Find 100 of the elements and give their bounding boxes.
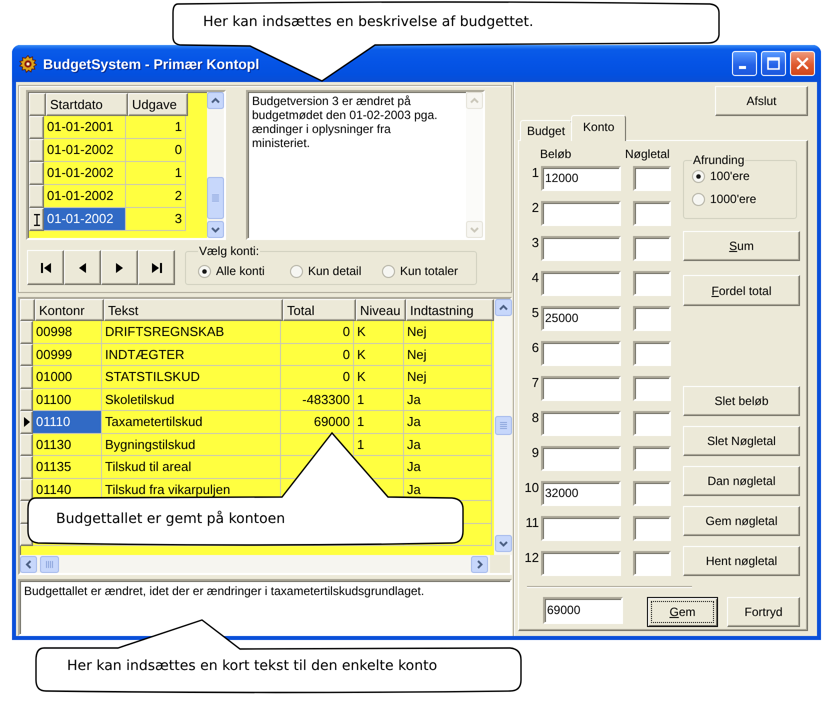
navigation-button[interactable] [27, 250, 64, 285]
tab[interactable]: Budget [520, 120, 572, 141]
action-button[interactable]: Slet Nøgletal [683, 426, 800, 456]
radio-option[interactable]: 1000'ere [692, 192, 796, 206]
row-selector[interactable] [20, 478, 33, 501]
key-figure-field[interactable] [633, 166, 671, 191]
action-button[interactable]: Dan nøgletal [683, 466, 800, 496]
amount-field[interactable] [541, 411, 621, 436]
navigation-button[interactable] [101, 250, 138, 285]
table-cell: 1 [126, 116, 186, 139]
key-figure-field[interactable] [633, 411, 671, 436]
table-cell: 0 [281, 344, 354, 366]
triangle-right-icon [116, 262, 123, 272]
scroll-thumb[interactable] [494, 416, 512, 435]
row-selector[interactable] [20, 411, 33, 434]
action-button[interactable]: Hent nøgletal [683, 546, 800, 576]
column-header[interactable]: Total [283, 299, 356, 321]
scroll-up-icon[interactable] [207, 92, 224, 109]
amount-field[interactable] [541, 551, 621, 576]
column-header[interactable]: Udgave [128, 93, 188, 116]
save-button[interactable]: Gem [647, 597, 718, 627]
total-field[interactable]: 69000 [543, 597, 623, 624]
scrollbar-track[interactable] [207, 92, 224, 238]
action-button[interactable]: Fordel total [683, 275, 800, 306]
skip-first-icon [40, 262, 50, 272]
table-cell: Taxametertilskud [102, 411, 281, 434]
scrollbar-track[interactable] [20, 555, 510, 573]
navigation-button[interactable] [64, 250, 101, 285]
table-cell: 3 [126, 208, 186, 231]
group-label: Afrunding [692, 154, 746, 167]
key-figure-field[interactable] [633, 376, 671, 401]
key-figure-field[interactable] [633, 446, 671, 471]
amount-field[interactable] [541, 271, 621, 296]
key-figure-field[interactable] [633, 306, 671, 331]
column-header[interactable]: Startdato [46, 93, 128, 116]
table-cell: K [354, 344, 404, 366]
scroll-thumb[interactable] [40, 556, 59, 572]
table-cell: 2 [126, 185, 186, 208]
key-figure-field[interactable] [633, 516, 671, 541]
callout-text: Her kan indsættes en kort tekst til den enkelte konto [67, 657, 438, 675]
amount-field[interactable]: 12000 [541, 166, 621, 191]
table-cell: 1 [354, 411, 404, 434]
table-cell: -483300 [281, 388, 354, 411]
scroll-down-icon[interactable] [207, 221, 224, 238]
line-number: 2 [530, 201, 540, 217]
action-button[interactable]: Slet beløb [683, 386, 800, 416]
text-cursor-icon [32, 214, 40, 226]
scroll-down-icon[interactable] [494, 535, 512, 552]
radio-option[interactable]: Alle konti [198, 264, 290, 278]
table-cell: 1 [354, 388, 404, 411]
column-header[interactable]: Kontonr [35, 299, 104, 321]
amount-field[interactable]: 25000 [541, 306, 621, 331]
scroll-up-icon[interactable] [494, 299, 512, 316]
amount-field[interactable]: 32000 [541, 481, 621, 506]
navigation-button[interactable] [138, 250, 175, 285]
cancel-button[interactable]: Fortryd [727, 597, 800, 627]
tab[interactable]: Konto [571, 115, 626, 141]
amount-field[interactable] [541, 516, 621, 541]
amount-field[interactable] [541, 446, 621, 471]
amount-field[interactable] [541, 236, 621, 261]
maximize-button[interactable] [761, 51, 786, 76]
radio-option[interactable]: 100'ere [692, 169, 796, 183]
note-field[interactable]: Budgettallet er ændret, idet der er ændringer i taxametertilskudsgrundlaget. [18, 579, 512, 636]
radio-option[interactable]: Kun detail [290, 264, 382, 278]
header-corner [20, 299, 35, 321]
amount-field[interactable] [541, 201, 621, 226]
table-cell: Ja [404, 411, 492, 434]
table-cell: 69000 [281, 411, 354, 434]
close-button[interactable] [790, 51, 815, 76]
column-header[interactable]: Niveau [356, 299, 406, 321]
table-cell: K [354, 366, 404, 388]
table-cell: 01-01-2001 [44, 116, 126, 139]
skip-last-icon [152, 262, 162, 272]
row-selector[interactable] [29, 208, 44, 231]
amount-field[interactable] [541, 341, 621, 366]
line-number: 6 [530, 341, 540, 357]
action-button[interactable]: Gem nøgletal [683, 506, 800, 536]
exit-button[interactable]: Afslut [715, 86, 808, 116]
key-figure-field[interactable] [633, 551, 671, 576]
table-cell: Ja [404, 456, 492, 478]
table-cell: Bygningstilskud [102, 434, 281, 456]
column-header[interactable]: Tekst [104, 299, 283, 321]
table-cell: K [354, 321, 404, 344]
key-figure-field[interactable] [633, 201, 671, 226]
key-figure-field[interactable] [633, 341, 671, 366]
action-button[interactable]: Sum [683, 231, 800, 261]
minimize-button[interactable] [732, 51, 757, 76]
scroll-right-icon[interactable] [471, 556, 488, 572]
scroll-thumb[interactable] [207, 177, 224, 219]
key-figure-field[interactable] [633, 236, 671, 261]
callout-text: Her kan indsættes en beskrivelse af budgettet. [203, 13, 534, 31]
table-cell: Nej [404, 344, 492, 366]
amount-field[interactable] [541, 376, 621, 401]
scrollbar-track[interactable] [494, 299, 512, 555]
key-figure-field[interactable] [633, 481, 671, 506]
scroll-left-icon[interactable] [20, 556, 37, 572]
radio-option[interactable]: Kun totaler [382, 264, 474, 278]
key-figure-field[interactable] [633, 271, 671, 296]
column-header[interactable]: Indtastning [406, 299, 494, 321]
triangle-left-icon [79, 262, 86, 272]
